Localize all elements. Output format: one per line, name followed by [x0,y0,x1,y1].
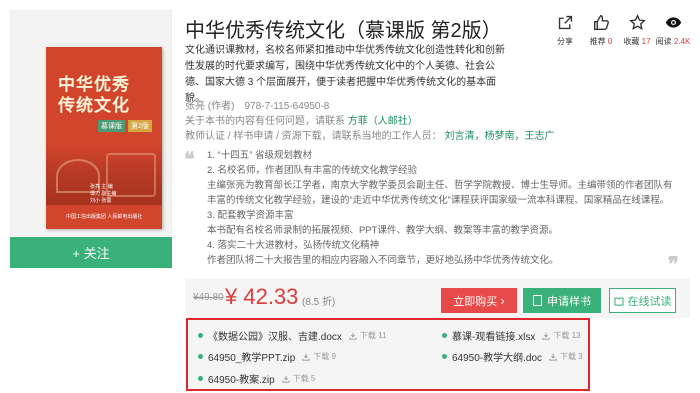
book-cover-panel: 中华优秀 传统文化 慕课版 第2版 张亮 主 编 谭力 副主编 刘小 张蓉 中国… [10,10,172,236]
bullet-icon [198,376,203,381]
resource-item[interactable]: 慕课-观看链接.xlsx 下载 13 [442,328,580,343]
request-sample-button[interactable]: 申请样书 [523,288,601,313]
bullet-icon [442,354,447,359]
book-title: 中华优秀传统文化（慕课版 第2版） [185,20,502,42]
download-icon [542,332,551,340]
resource-item[interactable]: 64950-教案.zip 下载 5 [198,371,315,386]
share-action[interactable]: 分享 [547,14,583,50]
resource-item[interactable]: 64950_教学PPT.zip 下载 9 [198,349,336,364]
staff-link[interactable]: 刘言清，杨梦南，王志广 [444,131,554,142]
book-isbn: 978-7-115-64950-8 [244,101,330,112]
document-icon [533,295,542,306]
bullet-icon [198,354,203,359]
resource-item[interactable]: 64950-教学大纲.doc 下载 3 [442,349,583,364]
price-bar: ¥49.80 ¥ 42.33 (8.5 折) 立即购买 › 申请样书 在线试读 [185,278,690,318]
book-author-isbn: 张亮 (作者) 978-7-115-64950-8 [185,97,329,112]
resource-item[interactable]: 《数据公园》汉服、吉建.docx 下载 11 [198,328,386,343]
quote-close-icon: ❞ [668,252,679,276]
cover-edition-badge-2: 第2版 [128,120,152,132]
book-read-icon [614,297,623,306]
discount-label: (8.5 折) [302,297,336,308]
buy-now-button[interactable]: 立即购买 › [441,288,517,313]
follow-button[interactable]: + 关注 [10,237,172,268]
action-bar: 分享 推荐 0 收藏 17 阅读 2.4K [547,14,692,50]
original-price: ¥49.80 [193,292,224,303]
book-author[interactable]: 张亮 (作者) [185,101,234,112]
cover-edition-badge: 慕课版 [98,120,125,132]
online-trial-button[interactable]: 在线试读 [609,288,676,313]
download-icon [549,353,557,361]
read-count: 阅读 2.4K [655,14,691,50]
resource-download-panel: 《数据公园》汉服、吉建.docx 下载 11 慕课-观看链接.xlsx 下载 1… [186,318,590,391]
staff-contact: 教师认证 / 样书申请 / 资源下载，请联系当地的工作人员： 刘言清，杨梦南，王… [185,131,555,142]
editor-contact: 关于本书的内容有任何问题，请联系 方菲（人邮社） [185,116,418,127]
cover-authors: 张亮 主 编 谭力 副主编 刘小 张蓉 [90,184,117,204]
book-cover-image[interactable]: 中华优秀 传统文化 慕课版 第2版 张亮 主 编 谭力 副主编 刘小 张蓉 中国… [46,47,162,229]
download-icon [349,332,357,340]
star-icon [628,14,646,30]
download-icon [302,353,310,361]
bullet-icon [198,333,203,338]
cover-title: 中华优秀 传统文化 [58,75,130,116]
editor-link[interactable]: 方菲（人邮社） [348,116,418,127]
eye-icon [665,17,681,28]
download-icon [282,375,290,383]
chevron-right-icon: › [500,293,505,308]
favorite-action[interactable]: 收藏 17 [619,14,655,50]
recommend-action[interactable]: 推荐 0 [583,14,619,50]
book-features: 1. “十四五” 省级规划教材 2. 名校名师，作者团队有丰富的传统文化教学经验… [207,150,673,266]
thumbs-up-icon [593,15,609,30]
share-icon [558,15,572,30]
bullet-icon [442,333,447,338]
quote-open-icon: ❝ [184,147,195,171]
cover-publisher: 中国工信出版集团 人民邮电出版社 [66,214,143,220]
current-price: ¥ 42.33 [225,284,299,309]
